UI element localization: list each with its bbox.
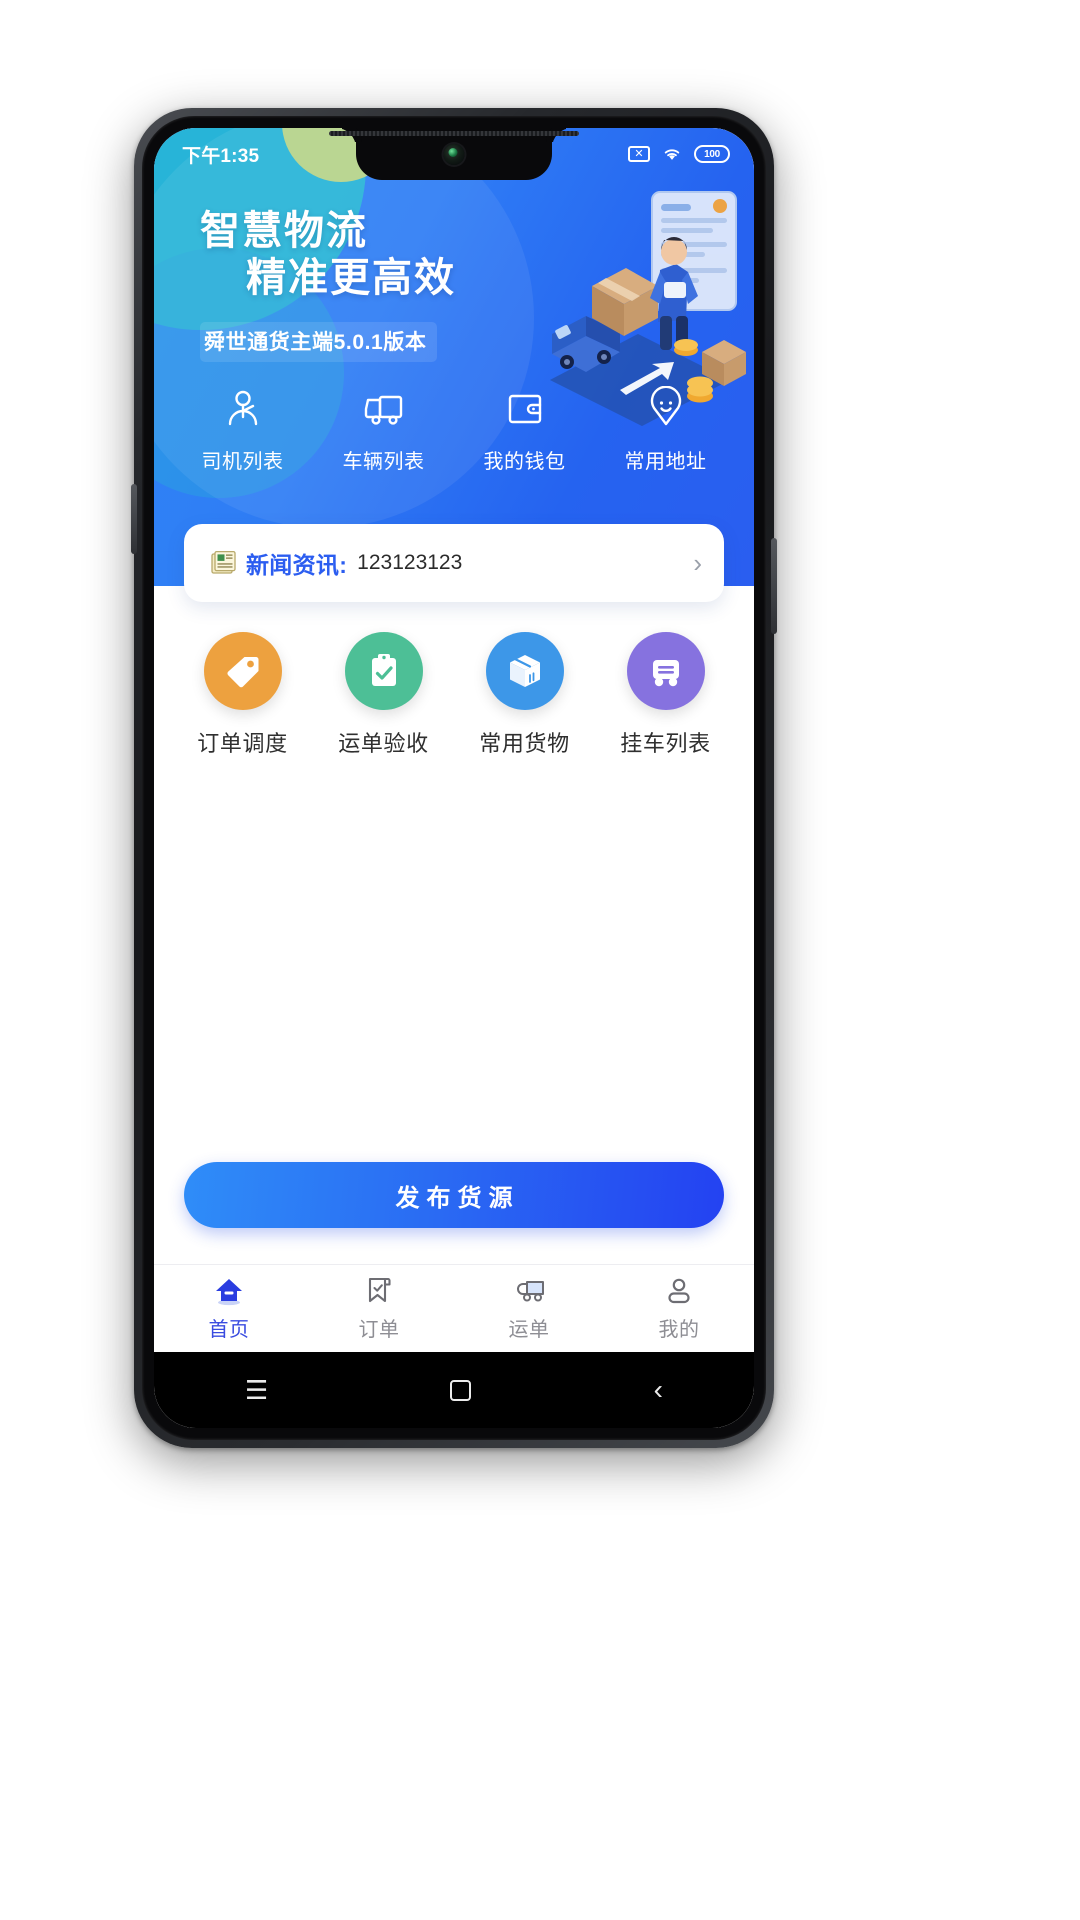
tab-profile[interactable]: 我的	[604, 1276, 754, 1342]
screenshot-stage: 下午1:35 ✕ 100 智慧物流 精准更高效 舜世通货主端5.0.1版本 司机…	[0, 0, 1080, 1920]
news-bar[interactable]: 新闻资讯: 123123123 ›	[184, 524, 724, 602]
quick-action-label: 我的钱包	[483, 451, 566, 474]
feature-trailer-list[interactable]: 挂车列表	[595, 632, 736, 758]
trailer-icon	[626, 632, 705, 710]
quick-action-common-address[interactable]: 常用地址	[595, 386, 736, 474]
tab-waybill[interactable]: 运单	[454, 1276, 604, 1342]
wifi-icon	[661, 146, 683, 162]
feature-label: 订单调度	[197, 731, 288, 756]
publish-cargo-button[interactable]: 发布货源	[184, 1162, 724, 1228]
cta-wrapper: 发布货源	[154, 1162, 754, 1264]
phone-screen: 下午1:35 ✕ 100 智慧物流 精准更高效 舜世通货主端5.0.1版本 司机…	[154, 128, 754, 1428]
power-button[interactable]	[771, 538, 777, 634]
main-content: 订单调度 运单验收 常用货物 挂车列表 发布货源	[154, 586, 754, 1264]
battery-icon: 100	[694, 145, 730, 163]
feature-common-goods[interactable]: 常用货物	[454, 632, 595, 758]
feature-label: 挂车列表	[620, 731, 711, 756]
profile-person-icon	[662, 1276, 696, 1306]
tab-label: 首页	[208, 1318, 250, 1341]
location-pin-smiley-icon	[643, 386, 689, 432]
back-chevron-icon[interactable]: ‹	[654, 1376, 663, 1404]
hero-title-line1: 智慧物流	[200, 209, 368, 253]
phone-device-frame: 下午1:35 ✕ 100 智慧物流 精准更高效 舜世通货主端5.0.1版本 司机…	[131, 108, 777, 1448]
home-icon	[212, 1276, 246, 1306]
driver-person-icon	[220, 386, 266, 432]
earpiece-speaker	[329, 131, 579, 136]
home-square-icon[interactable]	[450, 1379, 472, 1401]
feature-grid: 订单调度 运单验收 常用货物 挂车列表	[154, 632, 754, 758]
volume-button[interactable]	[131, 484, 137, 554]
recents-menu-icon[interactable]: ☰	[245, 1377, 268, 1403]
waybill-truck-icon	[512, 1276, 546, 1306]
news-label: 新闻资讯:	[246, 552, 348, 578]
sim-off-glyph: ✕	[634, 147, 644, 160]
tab-label: 运单	[508, 1318, 550, 1341]
quick-action-driver-list[interactable]: 司机列表	[172, 386, 313, 474]
quick-action-my-wallet[interactable]: 我的钱包	[454, 386, 595, 474]
hero-title-line2: 精准更高效	[246, 256, 456, 301]
newspaper-icon	[210, 550, 236, 576]
tab-order[interactable]: 订单	[304, 1276, 454, 1342]
feature-label: 运单验收	[338, 731, 429, 756]
tag-icon	[203, 632, 282, 710]
order-bookmark-icon	[362, 1276, 396, 1306]
quick-action-row: 司机列表 车辆列表 我的钱包 常用地址	[154, 386, 754, 474]
bottom-tab-bar: 首页 订单 运单 我的	[154, 1264, 754, 1352]
battery-level-label: 100	[704, 148, 720, 160]
phone-bezel: 下午1:35 ✕ 100 智慧物流 精准更高效 舜世通货主端5.0.1版本 司机…	[142, 116, 766, 1440]
quick-action-vehicle-list[interactable]: 车辆列表	[313, 386, 454, 474]
sim-off-icon: ✕	[628, 146, 650, 162]
news-content: 123123123	[357, 551, 463, 574]
quick-action-label: 常用地址	[624, 451, 707, 474]
hero-banner: 下午1:35 ✕ 100 智慧物流 精准更高效 舜世通货主端5.0.1版本 司机…	[154, 128, 754, 586]
app-root: 下午1:35 ✕ 100 智慧物流 精准更高效 舜世通货主端5.0.1版本 司机…	[154, 128, 754, 1428]
front-camera-icon	[443, 144, 465, 165]
chevron-right-icon[interactable]: ›	[693, 550, 702, 576]
status-time: 下午1:35	[182, 145, 260, 167]
hero-text-block: 智慧物流 精准更高效 舜世通货主端5.0.1版本	[154, 180, 754, 363]
quick-action-label: 车辆列表	[342, 451, 425, 474]
feature-order-dispatch[interactable]: 订单调度	[172, 632, 313, 758]
package-box-icon	[485, 632, 564, 710]
app-version-label: 舜世通货主端5.0.1版本	[200, 322, 437, 363]
tab-label: 订单	[358, 1318, 400, 1341]
feature-label: 常用货物	[479, 731, 570, 756]
status-icon-group: ✕ 100	[628, 145, 730, 163]
tab-home[interactable]: 首页	[154, 1276, 304, 1342]
clipboard-check-icon	[344, 632, 423, 710]
feature-waybill-acceptance[interactable]: 运单验收	[313, 632, 454, 758]
tab-label: 我的	[658, 1318, 700, 1341]
truck-icon	[361, 386, 407, 432]
quick-action-label: 司机列表	[201, 451, 284, 474]
android-navigation-bar: ☰ ‹	[154, 1352, 754, 1428]
wallet-icon	[502, 386, 548, 432]
